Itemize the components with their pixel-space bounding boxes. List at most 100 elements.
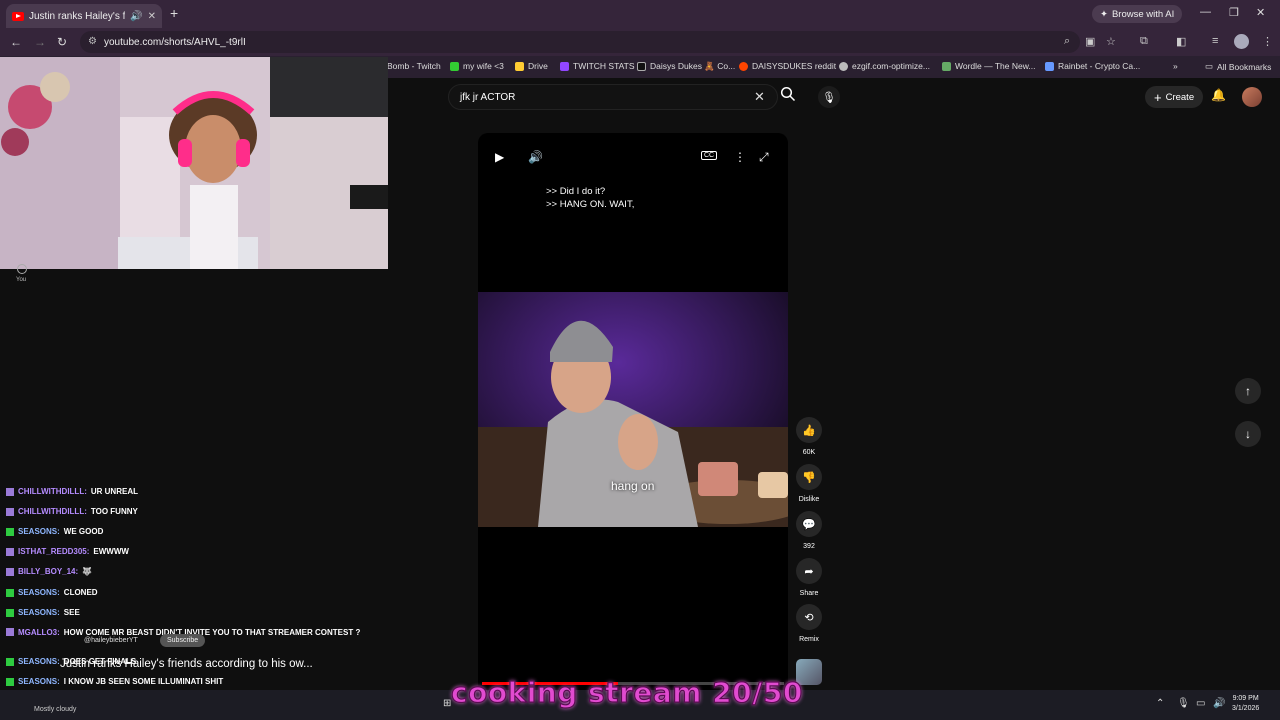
cast-icon[interactable]: ▣ <box>1085 35 1095 48</box>
more-vertical-icon[interactable]: ⋮ <box>734 150 746 164</box>
all-bookmarks-button[interactable]: ▭ All Bookmarks <box>1205 61 1271 72</box>
chat-username[interactable]: seasons: <box>18 608 60 617</box>
chat-username[interactable]: seasons: <box>18 677 60 686</box>
bookmark-item[interactable]: DAISYSDUKES reddit <box>739 61 836 71</box>
weather-widget[interactable]: Mostly cloudy <box>34 706 76 713</box>
browser-title-bar: Justin ranks Hailey's friends 🔊 ✕ + ✦ Br… <box>0 0 1280 28</box>
zoom-icon[interactable]: ⌕ <box>1064 35 1070 48</box>
clock-date: 3/1/2026 <box>1232 705 1260 712</box>
bookmark-label: Rainbet - Crypto Ca... <box>1058 61 1141 71</box>
more-vertical-icon[interactable]: ⋮ <box>1262 35 1273 48</box>
you-label: You <box>16 277 27 283</box>
subscribe-button[interactable]: Subscribe <box>160 634 206 647</box>
reload-icon[interactable]: ↻ <box>57 35 67 49</box>
search-button[interactable] <box>780 86 800 106</box>
chat-username[interactable]: seasons: <box>18 527 60 536</box>
sidebar-icon[interactable]: ◧ <box>1176 35 1186 48</box>
arrow-up-icon: ↑ <box>1245 384 1251 398</box>
tab-title: Justin ranks Hailey's friends <box>29 10 126 22</box>
bookmark-item[interactable]: Wordle — The New... <box>942 61 1035 71</box>
chat-text: i know jb seen some illuminati shit <box>63 677 224 686</box>
chat-username[interactable]: seasons: <box>18 588 60 597</box>
site-info-icon[interactable]: ⚙ <box>88 36 97 47</box>
star-icon[interactable]: ☆ <box>1106 35 1116 48</box>
arrow-down-icon: ↓ <box>1245 427 1251 441</box>
bookmark-label: my wife <3 <box>463 61 504 71</box>
microphone-icon: 🎙 <box>822 91 836 104</box>
close-tab-icon[interactable]: ✕ <box>148 11 156 22</box>
next-short-button[interactable]: ↓ <box>1235 421 1261 447</box>
forward-arrow-icon[interactable]: → <box>34 35 46 49</box>
extensions-icon[interactable]: ⧉ <box>1140 35 1148 48</box>
avatar[interactable] <box>1242 87 1262 107</box>
sub-badge-icon <box>6 567 14 576</box>
notifications-bell-icon[interactable]: 🔔 <box>1211 88 1226 102</box>
bookmark-item[interactable]: Rainbet - Crypto Ca... <box>1045 61 1140 71</box>
bookmark-label: Drive <box>528 61 548 71</box>
chat-text: cloned <box>63 588 98 597</box>
url-text: youtube.com/shorts/AHVL_-t9rlI <box>104 36 246 48</box>
address-bar[interactable]: ⚙ youtube.com/shorts/AHVL_-t9rlI <box>80 31 1080 53</box>
speaker-icon[interactable]: 🔊 <box>1213 698 1225 709</box>
chat-username[interactable]: chillwithdilll: <box>18 487 87 496</box>
minimize-button[interactable]: — <box>1200 6 1211 18</box>
globe-icon <box>839 61 848 71</box>
bookmark-item[interactable]: Bomb - Twitch <box>387 61 441 71</box>
rainbet-icon <box>1045 61 1054 71</box>
dislike-button[interactable]: 👎 Dislike <box>796 464 822 503</box>
kick-badge-icon <box>6 608 14 617</box>
create-label: Create <box>1165 91 1195 103</box>
new-tab-button[interactable]: + <box>170 5 178 21</box>
chat-text: how come mr beast didn't invite you to t… <box>63 628 361 637</box>
previous-short-button[interactable]: ↑ <box>1235 378 1261 404</box>
chat-message: seasons: cloned <box>6 588 98 597</box>
shorts-video-title: Justin ranks Hailey's friends according … <box>60 658 313 670</box>
twitch-icon <box>560 61 569 71</box>
drive-icon <box>515 61 524 71</box>
restore-button[interactable]: ❐ <box>1229 6 1239 19</box>
create-button[interactable]: + Create <box>1145 86 1204 108</box>
bookmark-label: TWITCH STATS <box>573 61 635 71</box>
chat-username[interactable]: seasons: <box>18 657 60 666</box>
voice-search-button[interactable]: 🎙 <box>818 86 840 108</box>
close-window-button[interactable]: ✕ <box>1256 6 1265 19</box>
browse-with-ai-button[interactable]: ✦ Browse with AI <box>1092 5 1183 23</box>
like-count: 60K <box>802 449 816 456</box>
fullscreen-icon[interactable]: ⤢ <box>759 150 769 165</box>
chat-message: seasons: see <box>6 608 80 617</box>
menu-list-icon[interactable]: ≡ <box>1212 35 1218 47</box>
bookmark-item[interactable]: Daisys Dukes 🧸 Co... <box>637 61 735 72</box>
bookmark-item[interactable]: my wife <3 <box>450 61 504 71</box>
system-clock[interactable]: 9:09 PM 3/1/2026 <box>1232 694 1259 714</box>
chat-text: ur unreal <box>90 487 138 496</box>
bookmark-item[interactable]: Drive <box>515 61 548 71</box>
kick-badge-icon <box>6 527 14 536</box>
play-icon[interactable]: ▶ <box>495 150 504 164</box>
bookmark-label: Daisys Dukes 🧸 Co... <box>650 61 736 71</box>
speaker-icon[interactable]: 🔊 <box>130 11 142 22</box>
search-input[interactable]: jfk jr ACTOR <box>448 84 778 110</box>
thumbs-down-icon: 👎 <box>796 464 822 490</box>
microphone-icon[interactable]: 🎙 <box>1177 698 1190 709</box>
bookmark-item[interactable]: ezgif.com-optimize... <box>839 61 930 71</box>
back-arrow-icon[interactable]: ← <box>10 35 22 49</box>
browser-tab[interactable]: Justin ranks Hailey's friends 🔊 ✕ <box>6 4 162 28</box>
chat-username[interactable]: isthat_redd305: <box>18 547 89 556</box>
chat-username[interactable]: chillwithdilll: <box>18 507 87 516</box>
chat-username[interactable]: billy_boy_14: <box>18 567 78 576</box>
share-button[interactable]: ➦ Share <box>796 558 822 597</box>
closed-captions-icon[interactable]: CC <box>701 151 718 160</box>
chat-username[interactable]: mgallo3: <box>18 628 60 637</box>
sub-badge-icon <box>6 487 14 496</box>
tray-chevron-icon[interactable]: ⌃ <box>1156 698 1164 709</box>
clear-search-icon[interactable]: ✕ <box>754 89 765 105</box>
volume-icon[interactable]: 🔊 <box>528 150 543 164</box>
reddit-icon <box>739 61 748 71</box>
network-icon[interactable]: ▭ <box>1196 698 1205 709</box>
bookmark-item[interactable]: TWITCH STATS <box>560 61 635 71</box>
browser-profile-avatar[interactable] <box>1234 34 1249 49</box>
comments-button[interactable]: 💬 392 <box>796 511 822 550</box>
like-button[interactable]: 👍 60K <box>796 417 822 456</box>
bookmarks-overflow-button[interactable]: » <box>1173 61 1178 71</box>
remix-button[interactable]: ⟲ Remix <box>796 604 822 643</box>
